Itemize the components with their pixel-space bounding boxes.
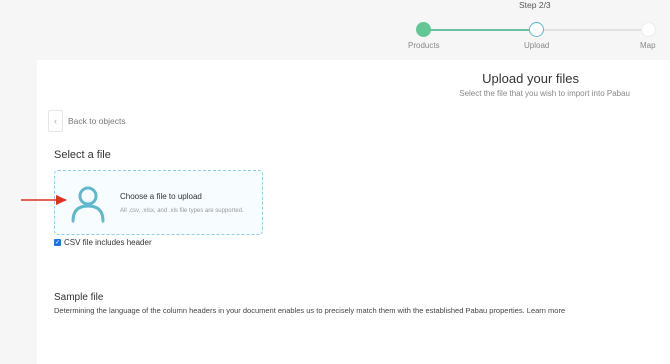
csv-header-option[interactable]: ✓ CSV file includes header [54, 238, 152, 247]
step-label-products: Products [408, 41, 440, 50]
import-page: Step 2/3 Products Upload Map Upload your… [0, 0, 670, 364]
csv-header-checkbox[interactable]: ✓ [54, 239, 61, 246]
page-subtitle: Select the file that you wish to import … [459, 89, 630, 98]
step-label-map: Map [640, 41, 656, 50]
select-file-heading: Select a file [54, 149, 111, 161]
step-label-upload: Upload [524, 41, 550, 50]
sample-file-description: Determining the language of the column h… [54, 306, 566, 315]
person-icon [71, 186, 105, 223]
step-dot-upload[interactable] [529, 22, 544, 37]
annotation-arrow-icon [21, 195, 67, 205]
back-button[interactable]: ‹ [48, 110, 63, 132]
step-count: Step 2/3 [519, 0, 551, 10]
step-dot-map[interactable] [641, 22, 656, 37]
step-dot-products[interactable] [416, 22, 431, 37]
step-connector [543, 29, 643, 31]
chevron-left-icon: ‹ [54, 116, 57, 126]
csv-header-label[interactable]: CSV file includes header [64, 238, 152, 247]
stepper: Step 2/3 Products Upload Map [0, 0, 670, 58]
file-dropzone[interactable]: Choose a file to upload All .csv, .xlsx,… [54, 170, 263, 235]
sample-file-heading: Sample file [54, 292, 104, 303]
dropzone-supported-types: All .csv, .xlsx, and .xls file types are… [120, 208, 244, 214]
dropzone-title: Choose a file to upload [120, 192, 202, 201]
back-to-objects-link[interactable]: Back to objects [68, 116, 126, 126]
step-connector [430, 29, 530, 31]
main-panel: Upload your files Select the file that y… [37, 60, 670, 364]
page-title: Upload your files [482, 71, 579, 86]
